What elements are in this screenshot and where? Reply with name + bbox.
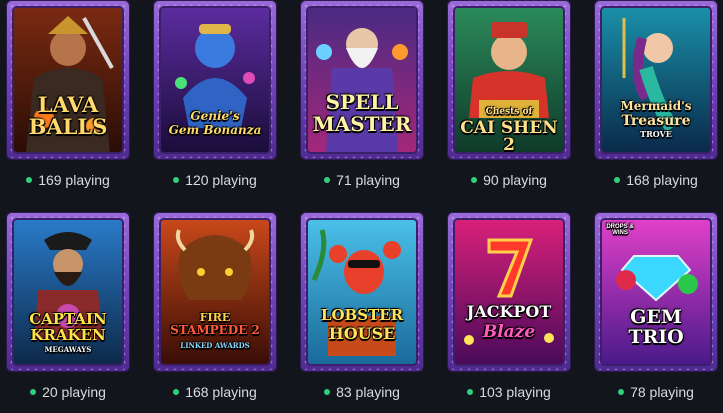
game-title: FIRE bbox=[199, 311, 231, 324]
online-dot-icon bbox=[324, 389, 331, 395]
game-subtitle: Treasure bbox=[621, 113, 691, 129]
game-title: CAPTAIN bbox=[29, 310, 107, 328]
game-subtitle: TRIO bbox=[628, 326, 684, 348]
online-dot-icon bbox=[618, 389, 625, 395]
game-title: LAVA bbox=[37, 92, 99, 117]
mermaid-art: Mermaid's Treasure TROVE bbox=[602, 8, 710, 152]
player-count: 168 playing bbox=[594, 172, 718, 188]
player-count-label: 90 playing bbox=[483, 172, 547, 188]
player-count-label: 103 playing bbox=[479, 384, 551, 400]
player-count-label: 168 playing bbox=[626, 172, 698, 188]
online-dot-icon bbox=[467, 389, 474, 395]
game-subtitle: STAMPEDE 2 bbox=[170, 323, 260, 337]
game-tile-genies-gem-bonanza[interactable]: Genie's Gem Bonanza 120 playing bbox=[153, 0, 283, 188]
game-grid: LAVA BALLS 169 playing Genie's Gem Bonan… bbox=[0, 0, 723, 413]
game-tile-jackpot-blaze[interactable]: JACKPOT Blaze 103 playing bbox=[447, 212, 577, 400]
player-count-label: 71 playing bbox=[336, 172, 400, 188]
game-tile-spell-master[interactable]: SPELL MASTER 71 playing bbox=[300, 0, 430, 188]
game-title: JACKPOT bbox=[466, 302, 552, 321]
game-title: Chests of bbox=[485, 107, 533, 117]
player-count: 71 playing bbox=[300, 172, 424, 188]
game-title: Mermaid's bbox=[620, 99, 692, 113]
player-count: 103 playing bbox=[447, 384, 571, 400]
player-count: 90 playing bbox=[447, 172, 571, 188]
online-dot-icon bbox=[614, 177, 621, 183]
game-tile-fire-stampede-2[interactable]: FIRE STAMPEDE 2 LINKED AWARDS 168 playin… bbox=[153, 212, 283, 400]
drops-wins-badge: DROPS & WINS bbox=[606, 224, 634, 236]
player-count-label: 169 playing bbox=[38, 172, 110, 188]
online-dot-icon bbox=[324, 177, 331, 183]
game-subtitle: BALLS bbox=[28, 114, 108, 139]
player-count: 78 playing bbox=[594, 384, 718, 400]
online-dot-icon bbox=[173, 177, 180, 183]
game-tile-mermaids-treasure-trove[interactable]: Mermaid's Treasure TROVE 168 playing bbox=[594, 0, 723, 188]
game-subtitle: HOUSE bbox=[328, 324, 396, 343]
player-count-label: 168 playing bbox=[185, 384, 257, 400]
game-tagline: MEGAWAYS bbox=[44, 345, 92, 354]
game-tile-lobster-house[interactable]: LOBSTER HOUSE 83 playing bbox=[300, 212, 430, 400]
seven-art: JACKPOT Blaze bbox=[455, 220, 563, 364]
player-count-label: 120 playing bbox=[185, 172, 257, 188]
game-title: SPELL bbox=[325, 90, 399, 114]
wizard-art: SPELL MASTER bbox=[308, 8, 416, 152]
game-tile-chests-of-cai-shen-2[interactable]: Chests of CAI SHEN 2 90 playing bbox=[447, 0, 577, 188]
game-subtitle: Gem Bonanza bbox=[168, 123, 262, 137]
game-tile-gem-trio[interactable]: DROPS & WINS GEM TRIO 78 playing bbox=[594, 212, 723, 400]
game-subtitle: MASTER bbox=[312, 112, 412, 136]
player-count: 20 playing bbox=[6, 384, 130, 400]
player-count-label: 20 playing bbox=[42, 384, 106, 400]
player-count: 120 playing bbox=[153, 172, 277, 188]
player-count: 168 playing bbox=[153, 384, 277, 400]
game-title: GEM bbox=[630, 306, 682, 328]
player-count-label: 83 playing bbox=[336, 384, 400, 400]
warrior-art: LAVA BALLS bbox=[14, 8, 122, 152]
lobster-art: LOBSTER HOUSE bbox=[308, 220, 416, 364]
game-title: LOBSTER bbox=[320, 306, 404, 324]
gem-art: DROPS & WINS GEM TRIO bbox=[602, 220, 710, 364]
game-subtitle: Blaze bbox=[482, 322, 536, 342]
pirate-art: CAPTAIN KRAKEN MEGAWAYS bbox=[14, 220, 122, 364]
online-dot-icon bbox=[173, 389, 180, 395]
online-dot-icon bbox=[30, 389, 37, 395]
game-tile-lava-balls[interactable]: LAVA BALLS 169 playing bbox=[6, 0, 136, 188]
game-tagline: LINKED AWARDS bbox=[180, 341, 250, 350]
player-count: 83 playing bbox=[300, 384, 424, 400]
online-dot-icon bbox=[26, 177, 33, 183]
game-tagline: TROVE bbox=[640, 129, 672, 139]
game-subtitle: CAI SHEN 2 bbox=[460, 118, 558, 153]
game-tile-captain-kraken[interactable]: CAPTAIN KRAKEN MEGAWAYS 20 playing bbox=[6, 212, 136, 400]
game-subtitle: KRAKEN bbox=[30, 326, 106, 344]
caishen-art: Chests of CAI SHEN 2 bbox=[455, 8, 563, 152]
online-dot-icon bbox=[471, 177, 478, 183]
player-count-label: 78 playing bbox=[630, 384, 694, 400]
genie-art: Genie's Gem Bonanza bbox=[161, 8, 269, 152]
game-title: Genie's bbox=[190, 109, 240, 123]
bison-art: FIRE STAMPEDE 2 LINKED AWARDS bbox=[161, 220, 269, 364]
player-count: 169 playing bbox=[6, 172, 130, 188]
